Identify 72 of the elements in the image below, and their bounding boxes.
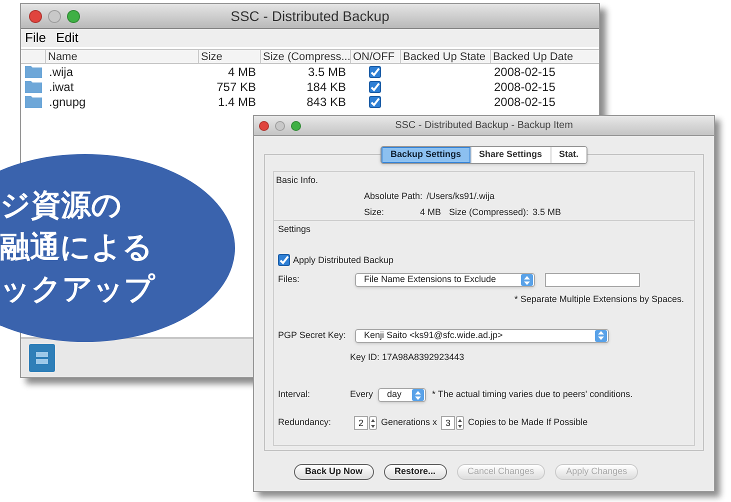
- folder-icon: [24, 80, 42, 93]
- tab[interactable]: Share Settings: [470, 147, 550, 163]
- table-cell-text: 2008-02-15: [493, 78, 556, 96]
- key-id-text: Key ID: 17A98A8392923443: [350, 350, 464, 364]
- menu-item[interactable]: File: [25, 28, 46, 48]
- stepper[interactable]: [369, 416, 377, 430]
- group-title: Settings: [278, 223, 311, 236]
- toolbar-button[interactable]: [29, 344, 55, 372]
- field-label: Redundancy:: [278, 416, 332, 430]
- field-label: Generations x: [381, 416, 438, 430]
- field-label: Size:: [364, 206, 386, 219]
- dropdown[interactable]: File Name Extensions to Exclude: [355, 273, 535, 287]
- tab[interactable]: Stat.: [550, 147, 587, 163]
- button[interactable]: Back Up Now: [294, 464, 374, 480]
- hint-text: * The actual timing varies due to peers' conditions.: [432, 388, 633, 402]
- button[interactable]: Restore...: [384, 464, 447, 480]
- column-header[interactable]: Size (Compress...: [260, 50, 350, 63]
- checkbox[interactable]: [369, 96, 381, 108]
- stepper-arrows-icon: [415, 390, 422, 400]
- table-cell-text: 184 KB: [306, 78, 347, 96]
- text-field[interactable]: [545, 273, 640, 287]
- storage-icon: [33, 349, 51, 367]
- table-cell-text: 757 KB: [216, 78, 257, 96]
- table-cell-text: .iwat: [48, 78, 75, 96]
- number-field[interactable]: 3: [441, 416, 456, 430]
- close-button[interactable]: [259, 120, 269, 130]
- field-label: PGP Secret Key:: [278, 328, 347, 342]
- field-label: Absolute Path:: [364, 190, 423, 203]
- close-button[interactable]: [29, 10, 42, 22]
- tab[interactable]: Backup Settings: [381, 147, 470, 163]
- callout-text: ックアップ: [0, 271, 156, 309]
- checkbox[interactable]: [369, 80, 381, 92]
- checkbox[interactable]: [278, 254, 290, 266]
- field-value: 3.5 MB: [532, 206, 562, 219]
- zoom-button[interactable]: [67, 10, 80, 22]
- stepper[interactable]: [456, 416, 464, 430]
- group-title: Basic Info.: [276, 174, 318, 187]
- stepper-arrows-icon: [598, 331, 604, 340]
- callout-text: ジ資源の: [0, 187, 123, 225]
- column-header[interactable]: Backed Up State: [400, 50, 490, 63]
- table-cell-text: 2008-02-15: [493, 94, 556, 110]
- callout-text: 融通による: [0, 229, 154, 267]
- hint-text: * Separate Multiple Extensions by Spaces.: [514, 293, 684, 306]
- dropdown[interactable]: day: [378, 388, 426, 402]
- stepper-arrows-icon: [524, 276, 530, 284]
- table-cell-text: 843 KB: [306, 94, 347, 110]
- zoom-button[interactable]: [291, 120, 301, 130]
- menu-item[interactable]: Edit: [56, 28, 78, 48]
- table-cell-text: .wija: [48, 64, 74, 80]
- column-header[interactable]: ON/OFF: [350, 50, 400, 63]
- field-label: Copies to be Made If Possible: [468, 416, 588, 430]
- table-cell-text: 2008-02-15: [493, 64, 556, 80]
- table-cell-text: 3.5 MB: [306, 64, 347, 80]
- field-value: /Users/ks91/.wija: [426, 190, 495, 203]
- field-label: Files:: [278, 273, 301, 286]
- field-label: Interval:: [278, 388, 312, 402]
- column-header[interactable]: Name: [45, 50, 198, 63]
- checkbox[interactable]: [369, 66, 381, 78]
- dropdown[interactable]: Kenji Saito <ks91@sfc.wide.ad.jp>: [355, 328, 609, 342]
- table-cell-text: 1.4 MB: [216, 94, 257, 110]
- field-label: Size (Compressed):: [449, 206, 529, 219]
- number-field[interactable]: 2: [354, 416, 368, 430]
- checkbox-label: Apply Distributed Backup: [293, 254, 394, 267]
- field-label: Every: [350, 388, 374, 402]
- window-title: SSC - Distributed Backup: [230, 6, 390, 26]
- window-title: SSC - Distributed Backup - Backup Item: [395, 119, 573, 133]
- table-cell-text: 4 MB: [226, 64, 257, 80]
- field-value: 4 MB: [418, 206, 441, 219]
- folder-icon: [24, 95, 42, 108]
- table-cell-text: .gnupg: [48, 94, 87, 110]
- column-header[interactable]: Backed Up Date: [490, 50, 580, 63]
- column-header[interactable]: Size: [198, 50, 260, 63]
